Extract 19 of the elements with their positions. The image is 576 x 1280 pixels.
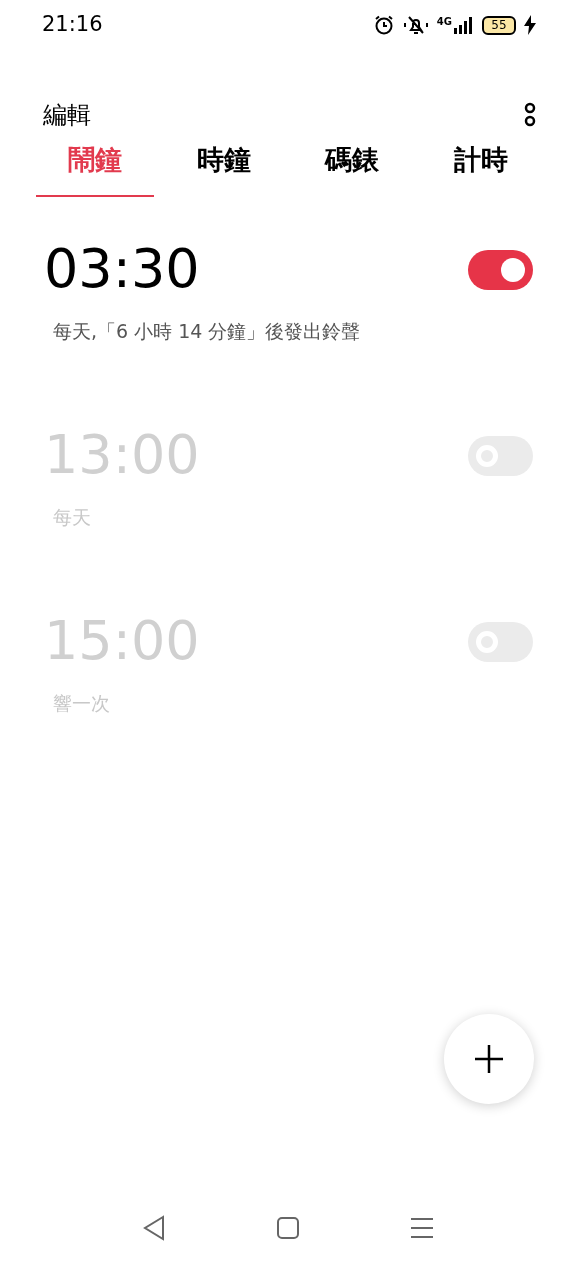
edit-button[interactable]: 編輯 [43, 97, 91, 133]
muted-bell-icon [402, 14, 429, 36]
network-label: 4G [436, 17, 452, 27]
menu-icon[interactable] [410, 1216, 434, 1240]
alarm-toggle[interactable] [468, 249, 533, 290]
charging-icon [524, 15, 536, 35]
tab[interactable]: 計時 [421, 132, 540, 197]
alarm-description: 每天,「6 小時 14 分鐘」後發出鈴聲 [53, 318, 361, 344]
signal-icon [454, 15, 474, 35]
back-icon[interactable] [142, 1215, 166, 1241]
battery-indicator: 55 [482, 15, 516, 35]
plus-icon [473, 1043, 505, 1075]
more-options-icon[interactable] [524, 102, 536, 128]
tab[interactable]: 鬧鐘 [36, 132, 154, 197]
alarm-time: 03:30 [44, 236, 201, 301]
tab[interactable]: 時鐘 [164, 132, 283, 197]
status-time: 21:16 [42, 11, 103, 39]
home-icon[interactable] [276, 1216, 300, 1240]
tab[interactable]: 碼錶 [293, 132, 412, 197]
